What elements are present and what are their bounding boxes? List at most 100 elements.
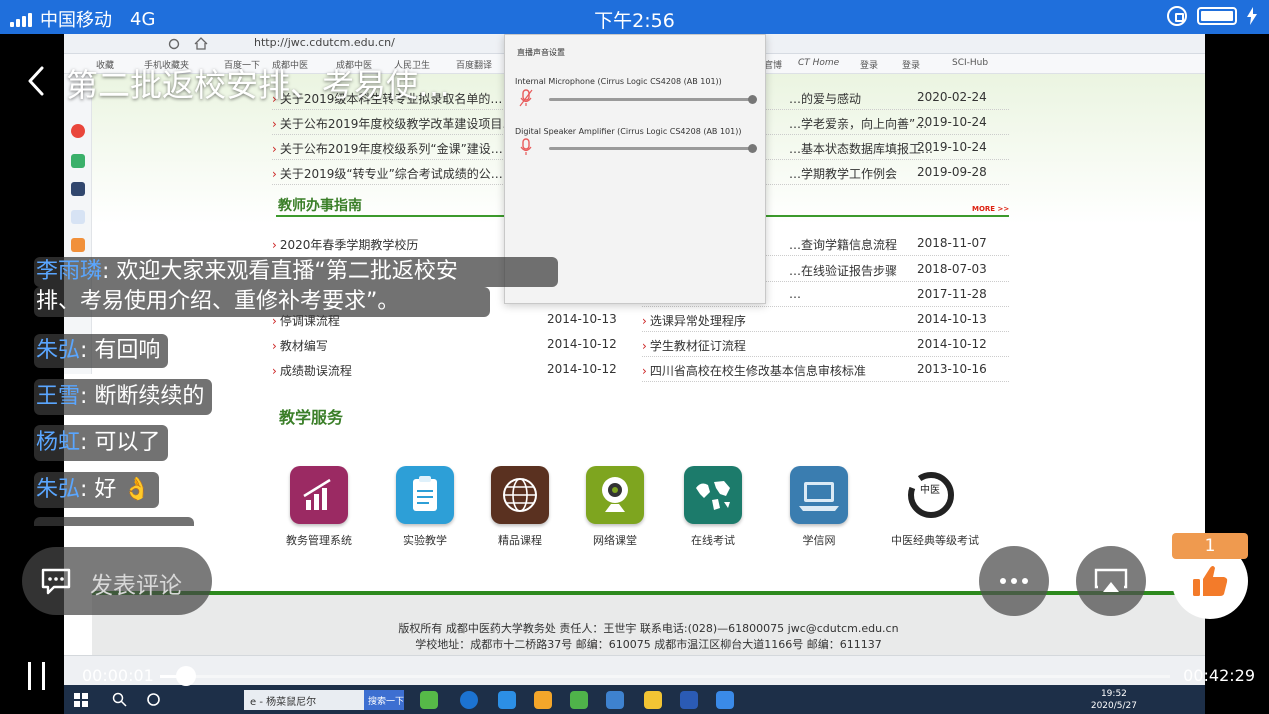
guide-date: 2013-10-16	[917, 362, 987, 376]
service-label: 学信网	[802, 534, 836, 547]
wechat-icon	[570, 691, 588, 709]
service-clipboard[interactable]: 实验教学	[385, 466, 465, 548]
service-chart[interactable]: 教务管理系统	[279, 466, 359, 548]
guide-more-link[interactable]: MORE >>	[972, 205, 1009, 213]
news-date: 2019-10-24	[917, 115, 987, 129]
service-calligraphy-seal[interactable]: 中医中医经典等级考试	[891, 466, 979, 548]
bookmark-item: 登录	[902, 61, 921, 71]
guide-title: 学生教材征订流程	[649, 339, 746, 353]
guide-link[interactable]: › 教材编写	[272, 337, 328, 354]
grid-icon	[71, 238, 85, 252]
total-time: 00:42:29	[1183, 666, 1255, 685]
taskbar-search: e - 杨菜鼠尼尔	[244, 690, 364, 710]
windows-taskbar: e - 杨菜鼠尼尔 搜索一下 19:52 2020/5/27	[64, 685, 1205, 714]
progress-track[interactable]	[186, 675, 1170, 678]
chat-message: 杨虹: 可以了	[34, 425, 169, 461]
guide-title: …查询学籍信息流程	[789, 238, 898, 252]
guide-date: 2018-07-03	[917, 262, 987, 276]
guide-title: 四川省高校在校生修改基本信息审核标准	[649, 364, 866, 378]
charging-icon	[1247, 7, 1257, 25]
guide-link-right[interactable]: …在线验证报告步骤	[789, 262, 897, 279]
news-link-right[interactable]: …学期教学工作例会	[789, 165, 897, 182]
stream-title: 第二批返校安排、考易使…	[66, 66, 451, 104]
chat-message-cont: 排、考易使用介绍、重修补考要求”。	[34, 287, 490, 317]
news-title: 关于公布2019年度校级系列“金课”建设…	[279, 142, 503, 156]
guide-link-right[interactable]: …查询学籍信息流程	[789, 236, 897, 253]
guide-date: 2014-10-12	[547, 362, 617, 376]
news-link[interactable]: › 关于2019级“转专业”综合考试成绩的公…	[272, 165, 503, 182]
chat-message: 李雨璘: 欢迎大家来观看直播“第二批返校安	[34, 257, 558, 287]
guide-link-right[interactable]: › 学生教材征订流程	[642, 337, 746, 354]
cortana-icon	[147, 693, 160, 706]
app-icon	[420, 691, 438, 709]
news-date: 2020-02-24	[917, 90, 987, 104]
folder-icon	[644, 691, 662, 709]
chat-text: 排、考易使用介绍、重修补考要求”。	[36, 289, 400, 314]
guide-title: …在线验证报告步骤	[789, 264, 898, 278]
app-icon	[606, 691, 624, 709]
speaker-microphone-icon	[520, 138, 532, 155]
news-link[interactable]: › 关于公布2019年度校级教学改革建设项目…	[272, 115, 514, 132]
mail-icon	[71, 154, 85, 168]
guide-link-right[interactable]: › 选课异常处理程序	[642, 312, 746, 329]
output-volume-slider[interactable]	[549, 144, 757, 153]
clock-time: 19:52	[1100, 689, 1127, 699]
services-title: 教学服务	[279, 408, 344, 427]
chat-text: 可以了	[94, 430, 161, 455]
service-label: 中医经典等级考试	[891, 534, 979, 547]
browser-status-bar	[64, 655, 1205, 685]
service-laptop[interactable]: 学信网	[779, 466, 859, 548]
service-webcam[interactable]: 网络课堂	[575, 466, 655, 548]
row-divider	[642, 381, 1009, 382]
service-world-map[interactable]: 在线考试	[673, 466, 753, 548]
news-link-right[interactable]: …学老爱亲，向上向善”…	[789, 115, 927, 132]
screen-cast-button[interactable]	[1076, 546, 1146, 616]
news-link-right[interactable]: …基本状态数据库填报工…	[789, 140, 933, 157]
bookmark-item: 官博	[764, 61, 783, 71]
service-label: 实验教学	[403, 534, 447, 547]
output-device-label: Digital Speaker Amplifier (Cirrus Logic …	[515, 127, 742, 136]
guide-link[interactable]: › 成绩勘误流程	[272, 362, 352, 379]
app-icon	[498, 691, 516, 709]
service-label: 精品课程	[498, 534, 542, 547]
comment-button[interactable]: 发表评论	[22, 547, 212, 615]
guide-title: 选课异常处理程序	[649, 314, 746, 328]
news-title: 关于公布2019年度校级教学改革建设项目…	[279, 117, 515, 131]
laptop-icon	[790, 466, 848, 524]
row-divider	[642, 356, 1009, 357]
guide-section-title: 教师办事指南	[278, 198, 362, 214]
status-time: 下午2:56	[594, 10, 675, 32]
service-globe[interactable]: 精品课程	[480, 466, 560, 548]
taskbar-search-button: 搜索一下	[364, 690, 404, 710]
guide-title: 2020年春季学期教学校历	[279, 238, 419, 252]
word-icon	[680, 691, 698, 709]
search-icon	[112, 692, 127, 707]
more-button[interactable]	[979, 546, 1049, 616]
bullet-icon: ›	[272, 238, 277, 252]
bullet-icon: ›	[272, 339, 277, 353]
input-device-label: Internal Microphone (Cirrus Logic CS4208…	[515, 77, 722, 86]
guide-link-right[interactable]: …	[789, 287, 801, 301]
guide-title: …	[789, 287, 801, 301]
pause-icon[interactable]	[28, 662, 52, 690]
row-divider	[642, 306, 1009, 307]
chat-nick: 朱弘	[36, 338, 81, 363]
back-arrow-icon[interactable]	[24, 62, 46, 100]
chat-nick: 王雪	[36, 384, 81, 409]
input-volume-slider[interactable]	[549, 95, 757, 104]
news-link-right[interactable]: …的爱与感动	[789, 90, 861, 107]
home-icon	[194, 37, 208, 50]
like-count-badge: 1	[1172, 533, 1248, 559]
bullet-icon: ›	[642, 339, 647, 353]
chat-text: 好 👌	[94, 477, 151, 502]
chat-nick: 李雨璘	[36, 259, 103, 284]
footer-line-1: 版权所有 成都中医药大学教务处 责任人：王世宇 联系电话:(028)—61800…	[398, 622, 899, 635]
guide-date: 2014-10-13	[917, 312, 987, 326]
svg-text:中医: 中医	[920, 483, 940, 496]
guide-link[interactable]: › 2020年春季学期教学校历	[272, 236, 418, 253]
bullet-icon: ›	[272, 142, 277, 156]
webcam-icon	[586, 466, 644, 524]
guide-link-right[interactable]: › 四川省高校在校生修改基本信息审核标准	[642, 362, 866, 379]
news-link[interactable]: › 关于公布2019年度校级系列“金课”建设…	[272, 140, 503, 157]
bullet-icon: ›	[272, 364, 277, 378]
